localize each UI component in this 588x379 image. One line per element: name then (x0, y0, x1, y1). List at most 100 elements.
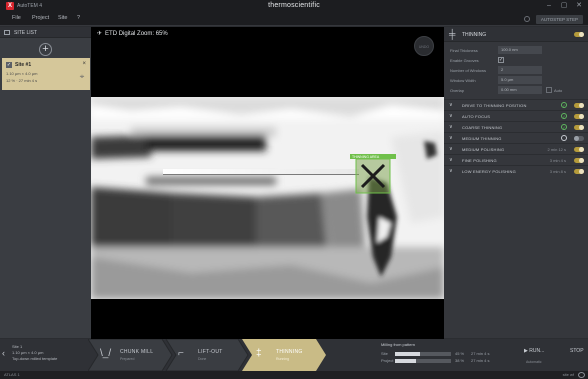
step-coarse-thinning[interactable]: ∨ COARSE THINNING ✓ (444, 121, 588, 132)
step-toggle[interactable] (574, 103, 584, 108)
site-dimensions: 1.10 µm × 4.0 µm (6, 71, 38, 76)
detector-label: ✈ ETD Digital Zoom: 65% (97, 31, 168, 37)
chevron-down-icon[interactable]: ∨ (449, 157, 453, 163)
step-toggle[interactable] (574, 169, 584, 174)
chunk-mill-icon: \_/ (100, 348, 112, 359)
lift-out-icon: ⌐ (178, 348, 184, 359)
number-of-windows-input[interactable]: 2 (498, 66, 542, 74)
settings-icon[interactable] (524, 16, 530, 22)
param-label: Overlap (450, 88, 465, 93)
title-bar: X AutoTEM 4 thermoscientific – ▢ ✕ (0, 0, 588, 12)
final-thickness-input[interactable]: 100.0 nm (498, 46, 542, 54)
target-icon[interactable]: ⌖ (78, 73, 86, 81)
enable-grooves-checkbox[interactable]: ✓ (498, 57, 504, 63)
lift-out-status: Done (198, 357, 207, 361)
site-list-header: SITE LIST (0, 27, 91, 38)
thinning-step-icon: ‡ (256, 348, 262, 359)
menu-bar: File Project Site ? AUTOSTEP STEP (0, 12, 588, 26)
project-progress-row: Project 38 % 27 min 4 s (381, 358, 518, 364)
site-checkbox[interactable]: ✓ (6, 62, 12, 68)
status-toggle-icon[interactable] (578, 372, 585, 378)
step-medium-polishing[interactable]: ∨ MEDIUM POLISHING 2 min 12 s (444, 143, 588, 154)
autostep-button[interactable]: AUTOSTEP STEP (535, 15, 583, 24)
menu-project[interactable]: Project (32, 15, 49, 21)
step-toggle[interactable] (574, 158, 584, 163)
thinning-toggle[interactable] (574, 32, 584, 37)
chevron-down-icon[interactable]: ∨ (449, 146, 453, 152)
sem-image-view[interactable]: ✈ ETD Digital Zoom: 65% UNDO THINNING AR… (91, 27, 444, 339)
step-label: COARSE THINNING (462, 125, 503, 130)
param-label: Number of Windows (450, 68, 487, 73)
step-time: 3 min 8 s (549, 169, 566, 174)
check-icon: ✓ (561, 113, 567, 119)
param-number-of-windows: Number of Windows 2 (450, 66, 584, 75)
step-label: AUTO FOCUS (462, 114, 491, 119)
previous-site-icon[interactable]: ‹ (2, 348, 5, 358)
thinning-icon: ╪ (449, 29, 456, 39)
project-progress-fill (395, 359, 417, 363)
param-enable-grooves: Enable Grooves ✓ (450, 56, 584, 65)
site-list-title: SITE LIST (14, 30, 38, 36)
status-right-text: site wf (562, 372, 574, 377)
brand-logo: thermoscientific (268, 2, 320, 9)
step-toggle[interactable] (574, 147, 584, 152)
site-progress: 12 % · 27 min 4 s (6, 78, 38, 83)
chevron-down-icon[interactable]: ∨ (449, 135, 453, 141)
stop-button[interactable]: STOP (570, 348, 584, 354)
step-thinning[interactable]: ‡ THINNING Running (256, 339, 322, 371)
chevron-down-icon[interactable]: ∨ (449, 102, 453, 108)
menu-site[interactable]: Site (58, 15, 67, 21)
step-label: MEDIUM POLISHING (462, 147, 505, 152)
minimize-icon[interactable]: – (543, 1, 555, 11)
site-name: Site #1 (15, 62, 32, 68)
pin-icon: ✈ (97, 31, 103, 37)
check-icon: ✓ (561, 102, 567, 108)
run-mode-label: Automatic (526, 360, 542, 364)
param-final-thickness: Final Thickness 100.0 nm (450, 46, 584, 55)
menu-file[interactable]: File (12, 15, 21, 21)
close-icon[interactable]: ✕ (573, 1, 585, 11)
lift-out-label: LIFT-OUT (198, 349, 223, 355)
add-site-button[interactable]: + (39, 43, 52, 56)
chunk-mill-status: Prepared (120, 357, 135, 361)
progress-percent: 38 % (455, 358, 465, 363)
auto-checkbox[interactable] (546, 87, 552, 93)
step-toggle[interactable] (574, 125, 584, 130)
thinning-step-label: THINNING (276, 349, 303, 355)
thinning-title: THINNING (462, 32, 487, 38)
step-auto-focus[interactable]: ∨ AUTO FOCUS ✓ (444, 110, 588, 121)
window-width-input[interactable]: 5.0 µm (498, 76, 542, 84)
chevron-down-icon[interactable]: ∨ (449, 124, 453, 130)
auto-label: Auto (554, 88, 563, 93)
step-drive-to-thinning-position[interactable]: ∨ DRIVE TO THINNING POSITION ✓ (444, 99, 588, 110)
step-toggle[interactable] (574, 136, 584, 141)
chevron-down-icon[interactable]: ∨ (449, 113, 453, 119)
site-card[interactable]: ✓ Site #1 × 1.10 µm × 4.0 µm 12 % · 27 m… (2, 58, 90, 90)
status-bar: ATLAS 1 site wf (0, 371, 588, 379)
maximize-icon[interactable]: ▢ (558, 1, 570, 11)
step-medium-thinning[interactable]: ∨ MEDIUM THINNING (444, 132, 588, 143)
step-toggle[interactable] (574, 114, 584, 119)
thinning-panel: ╪ THINNING Final Thickness 100.0 nm Enab… (444, 27, 588, 338)
undo-button[interactable]: UNDO (414, 36, 434, 56)
step-lift-out[interactable]: ⌐ LIFT-OUT Done (178, 339, 244, 371)
progress-label: Project (381, 358, 394, 363)
thinning-step-status: Running (276, 357, 290, 361)
thinning-marker-label: THINNING AREA (352, 155, 380, 159)
step-label: LOW ENERGY POLISHING (462, 169, 516, 174)
thinning-marker[interactable]: THINNING AREA (350, 154, 396, 194)
step-chunk-mill[interactable]: \_/ CHUNK MILL Prepared (100, 339, 170, 371)
sem-image: THINNING AREA (91, 97, 444, 299)
site-list-panel: SITE LIST + ✓ Site #1 × 1.10 µm × 4.0 µm… (0, 27, 91, 338)
step-fine-polishing[interactable]: ∨ FINE POLISHING 3 min 4 s (444, 154, 588, 165)
run-button[interactable]: ▶ RUN... (524, 348, 544, 354)
remove-site-icon[interactable]: × (82, 61, 86, 67)
progress-title: Milling from pattern (381, 342, 416, 347)
menu-help[interactable]: ? (77, 15, 80, 21)
overlap-input[interactable]: 0.00 mm (498, 86, 542, 94)
step-low-energy-polishing[interactable]: ∨ LOW ENERGY POLISHING 3 min 8 s (444, 165, 588, 176)
chevron-down-icon[interactable]: ∨ (449, 168, 453, 174)
project-progress-bar (395, 359, 451, 363)
param-label: Window Width (450, 78, 476, 83)
site-progress-bar (395, 352, 451, 356)
